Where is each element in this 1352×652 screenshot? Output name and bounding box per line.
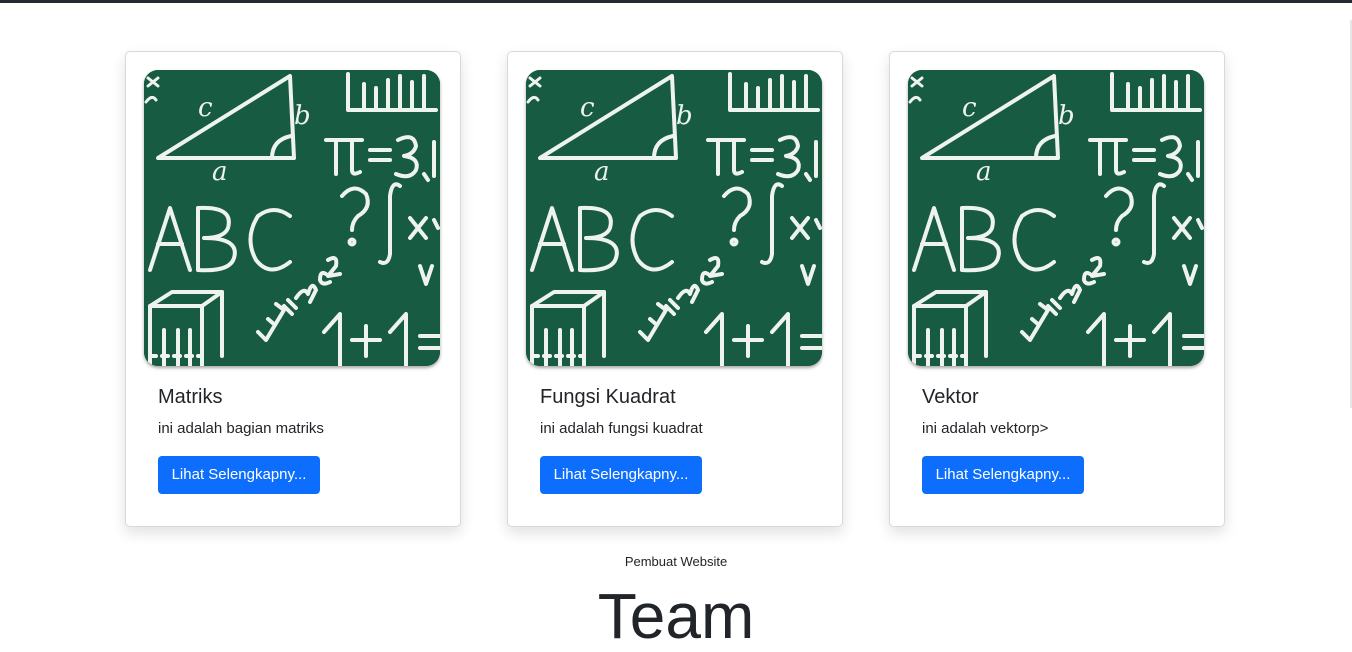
math-chalkboard-image (908, 70, 1204, 366)
card-title: Vektor (922, 386, 979, 408)
view-more-button[interactable]: Lihat Selengkapny... (158, 456, 320, 494)
card-vektor: Vektor ini adalah vektorp> Lihat Selengk… (889, 51, 1225, 527)
card-description: ini adalah fungsi kuadrat (540, 420, 703, 437)
view-more-button[interactable]: Lihat Selengkapny... (540, 456, 702, 494)
card-matriks: Matriks ini adalah bagian matriks Lihat … (125, 51, 461, 527)
card-description: ini adalah vektorp> (922, 420, 1049, 437)
top-navbar-edge (0, 0, 1352, 3)
card-description: ini adalah bagian matriks (158, 420, 324, 437)
card-fungsi-kuadrat: Fungsi Kuadrat ini adalah fungsi kuadrat… (507, 51, 843, 527)
card-title: Matriks (158, 386, 223, 408)
view-more-button[interactable]: Lihat Selengkapny... (922, 456, 1084, 494)
math-chalkboard-image (144, 70, 440, 366)
team-section-heading: Team (597, 580, 755, 652)
math-chalkboard-image (526, 70, 822, 366)
team-section-label: Pembuat Website (624, 554, 728, 569)
card-title: Fungsi Kuadrat (540, 386, 676, 408)
